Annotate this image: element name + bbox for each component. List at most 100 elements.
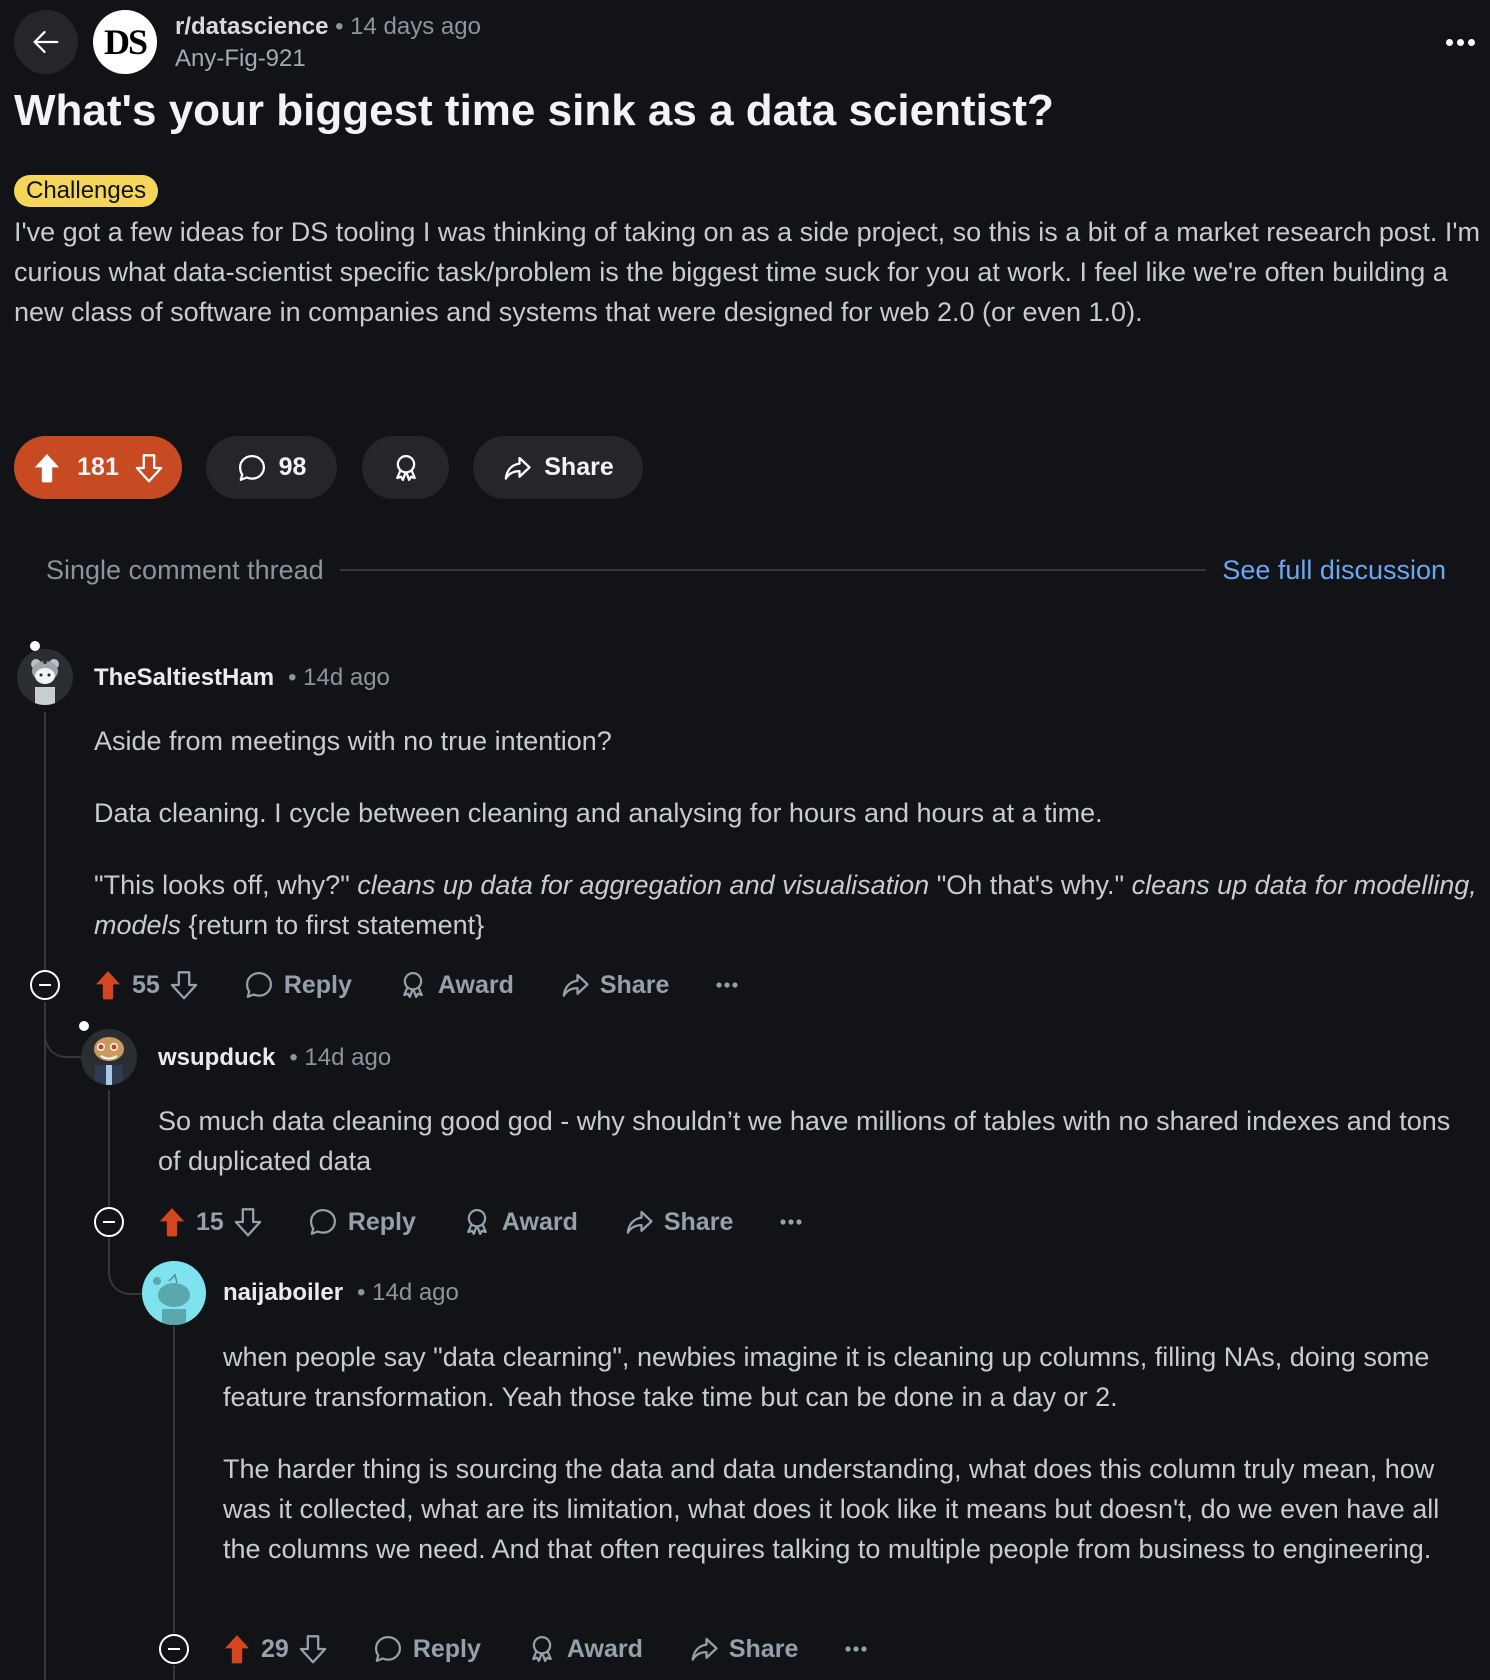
comment-vote-count: 55	[132, 970, 160, 999]
reply-button[interactable]: Reply	[308, 1207, 416, 1237]
user-avatar[interactable]	[142, 1261, 206, 1325]
dot	[1445, 38, 1453, 46]
more-icon	[715, 981, 739, 989]
comment-count: 98	[278, 453, 307, 481]
subreddit-name[interactable]: r/datascience	[175, 13, 328, 40]
snoo-avatar-icon	[94, 1037, 124, 1085]
more-options-button[interactable]	[1440, 28, 1480, 56]
avatar-antenna	[30, 641, 40, 651]
reply-icon	[373, 1634, 403, 1664]
share-button[interactable]: Share	[473, 436, 643, 499]
share-icon	[624, 1207, 654, 1237]
thread-header: Single comment thread See full discussio…	[46, 550, 1446, 590]
post-title: What's your biggest time sink as a data …	[14, 86, 1054, 135]
comment-vote-control: 15	[158, 1207, 262, 1237]
share-icon	[502, 453, 532, 483]
thread-connector	[108, 1238, 146, 1295]
share-button[interactable]: Share	[624, 1207, 733, 1237]
upvote-icon[interactable]	[223, 1634, 251, 1664]
comment-paragraph: when people say "data clearning", newbie…	[223, 1337, 1473, 1417]
share-label: Share	[663, 1207, 734, 1236]
award-button[interactable]: Award	[398, 970, 514, 1000]
see-full-discussion-link[interactable]: See full discussion	[1222, 555, 1446, 586]
collapse-thread-button[interactable]	[94, 1207, 124, 1237]
comment-text: So much data cleaning good god - why sho…	[158, 1106, 1451, 1176]
collapse-thread-button[interactable]	[159, 1634, 189, 1664]
collapse-thread-button[interactable]	[30, 970, 60, 1000]
award-label: Award	[566, 1634, 643, 1663]
comment-text: The harder thing is sourcing the data an…	[223, 1454, 1440, 1564]
award-button[interactable]	[362, 436, 449, 499]
comment-text: Aside from meetings with no true intenti…	[94, 726, 612, 756]
downvote-icon[interactable]	[135, 453, 163, 483]
comment-paragraph: "This looks off, why?" cleans up data fo…	[94, 865, 1484, 945]
upvote-icon[interactable]	[94, 970, 122, 1000]
reply-label: Reply	[347, 1207, 416, 1236]
post-body-text: I've got a few ideas for DS tooling I wa…	[14, 217, 1481, 327]
upvote-icon[interactable]	[33, 453, 61, 483]
comment-italic-text: cleans up data for aggregation and visua…	[357, 870, 930, 900]
reply-button[interactable]: Reply	[373, 1634, 481, 1664]
comments-button[interactable]: 98	[206, 436, 337, 499]
comment-header: wsupduck • 14d ago	[158, 1043, 391, 1073]
thread-line	[44, 712, 46, 970]
more-options-button[interactable]	[715, 981, 739, 989]
snoo-avatar-icon	[153, 1273, 190, 1325]
more-options-button[interactable]	[779, 1218, 803, 1226]
award-button[interactable]: Award	[462, 1207, 578, 1237]
comment-header: naijaboiler • 14d ago	[223, 1278, 459, 1308]
post-flair[interactable]: Challenges	[14, 175, 159, 207]
reply-button[interactable]: Reply	[244, 970, 352, 1000]
comment-actions: 29 Reply Award Share	[223, 1629, 868, 1669]
comment-username[interactable]: wsupduck	[158, 1044, 275, 1071]
meta-separator: •	[335, 13, 344, 40]
share-icon	[560, 970, 590, 1000]
user-avatar[interactable]	[81, 1029, 137, 1085]
share-button[interactable]: Share	[560, 970, 669, 1000]
more-options-button[interactable]	[844, 1645, 868, 1653]
comment-text: when people say "data clearning", newbie…	[223, 1342, 1430, 1412]
comment-actions: 55 Reply Award Share	[94, 965, 739, 1005]
thread-label: Single comment thread	[46, 554, 324, 585]
share-button[interactable]: Share	[689, 1634, 798, 1664]
share-label: Share	[599, 970, 670, 999]
reply-icon	[308, 1207, 338, 1237]
post-author[interactable]: Any-Fig-921	[175, 44, 306, 74]
comment-body: So much data cleaning good god - why sho…	[158, 1101, 1458, 1181]
reply-icon	[244, 970, 274, 1000]
more-icon	[779, 1218, 803, 1226]
post-vote-count: 181	[77, 453, 119, 481]
comment-vote-count: 29	[261, 1634, 289, 1663]
award-button[interactable]: Award	[527, 1634, 643, 1664]
divider	[339, 569, 1207, 571]
more-icon	[844, 1645, 868, 1653]
reply-label: Reply	[412, 1634, 481, 1663]
comment-body: when people say "data clearning", newbie…	[223, 1337, 1473, 1569]
comment-text: {return to first statement}	[181, 910, 485, 940]
comment-text: Data cleaning. I cycle between cleaning …	[94, 798, 1103, 828]
thread-line	[173, 1665, 175, 1680]
arrow-left-icon	[29, 25, 63, 59]
comment-body: Aside from meetings with no true intenti…	[94, 721, 1484, 945]
subreddit-avatar[interactable]: DS	[93, 10, 157, 74]
thread-line	[108, 1090, 110, 1207]
comment-username[interactable]: TheSaltiestHam	[94, 664, 274, 691]
comment-icon	[237, 453, 267, 483]
comment-vote-control: 29	[223, 1634, 327, 1664]
award-icon	[462, 1207, 492, 1237]
comment-username[interactable]: naijaboiler	[223, 1279, 343, 1306]
comment-paragraph: So much data cleaning good god - why sho…	[158, 1101, 1458, 1181]
downvote-icon[interactable]	[234, 1207, 262, 1237]
share-label: Share	[544, 453, 614, 481]
back-button[interactable]	[14, 10, 78, 74]
downvote-icon[interactable]	[170, 970, 198, 1000]
minus-icon	[39, 984, 51, 986]
downvote-icon[interactable]	[299, 1634, 327, 1664]
user-avatar[interactable]	[17, 649, 73, 705]
share-label: Share	[728, 1634, 799, 1663]
comment-actions: 15 Reply Award Share	[158, 1202, 803, 1242]
dot	[1456, 38, 1464, 46]
snoo-avatar-icon	[31, 659, 59, 705]
upvote-icon[interactable]	[158, 1207, 186, 1237]
post-age: 14 days ago	[350, 13, 481, 40]
